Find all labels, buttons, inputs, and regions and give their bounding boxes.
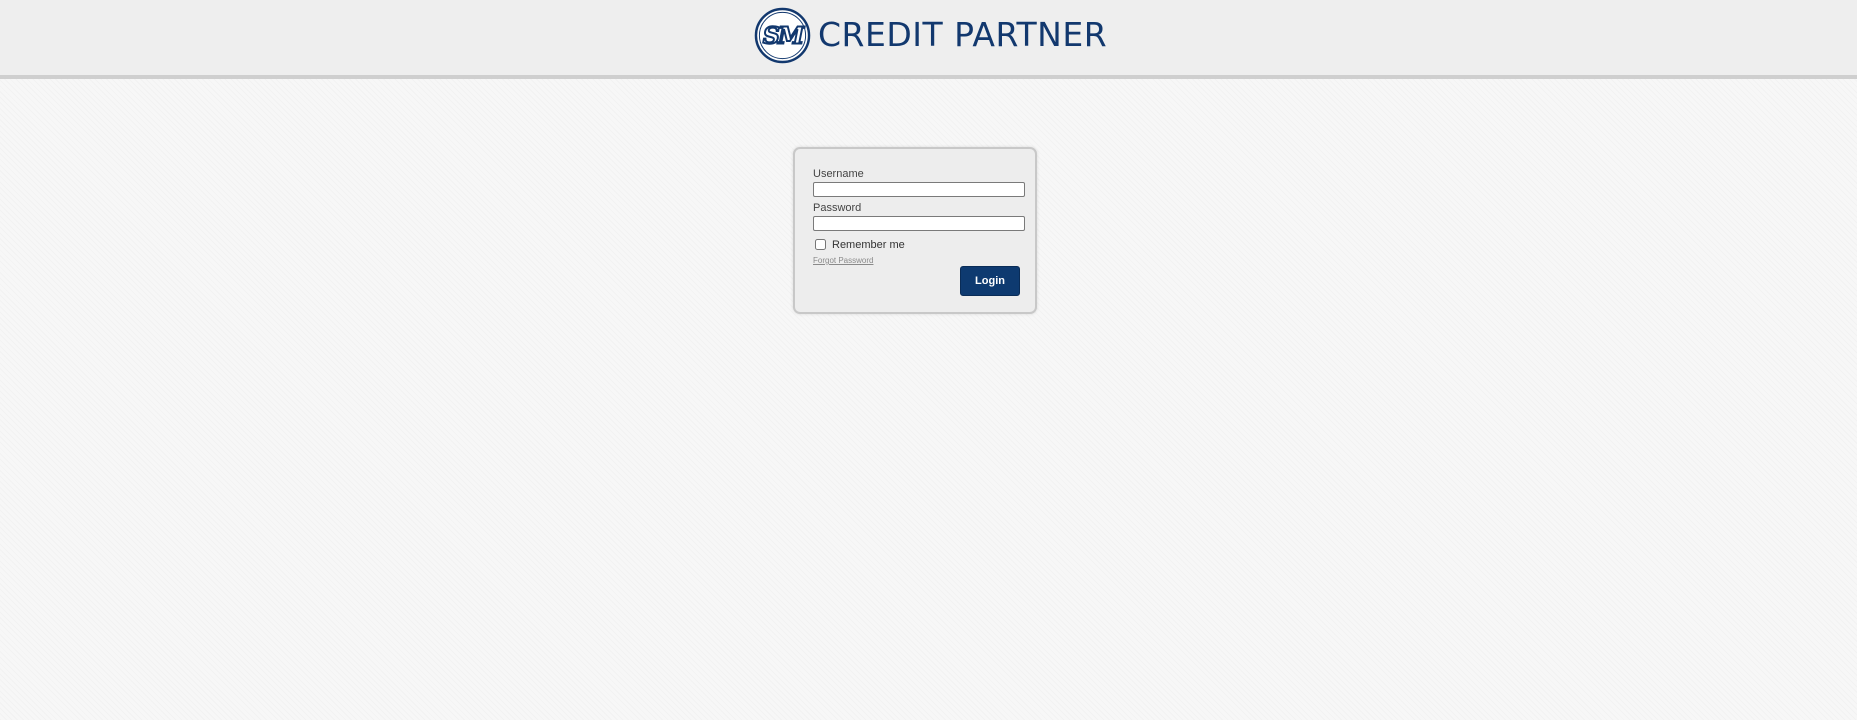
remember-me-checkbox[interactable] [815, 239, 826, 250]
username-input[interactable] [813, 182, 1025, 197]
forgot-password-link[interactable]: Forgot Password [813, 256, 873, 266]
brand-name: CREDIT PARTNER [818, 15, 1108, 54]
brand: SM CREDIT PARTNER [754, 6, 1107, 64]
login-panel: Username Password Remember me Forgot Pas… [793, 147, 1037, 314]
password-label: Password [813, 202, 862, 214]
site-header: SM CREDIT PARTNER [0, 0, 1857, 79]
username-label: Username [813, 168, 864, 180]
login-button[interactable]: Login [960, 266, 1020, 296]
sm-logo-icon: SM [754, 7, 811, 63]
password-input[interactable] [813, 216, 1025, 231]
sm-logo-text: SM [763, 21, 805, 49]
remember-me-label[interactable]: Remember me [832, 239, 905, 252]
remember-me-row: Remember me [815, 237, 905, 252]
